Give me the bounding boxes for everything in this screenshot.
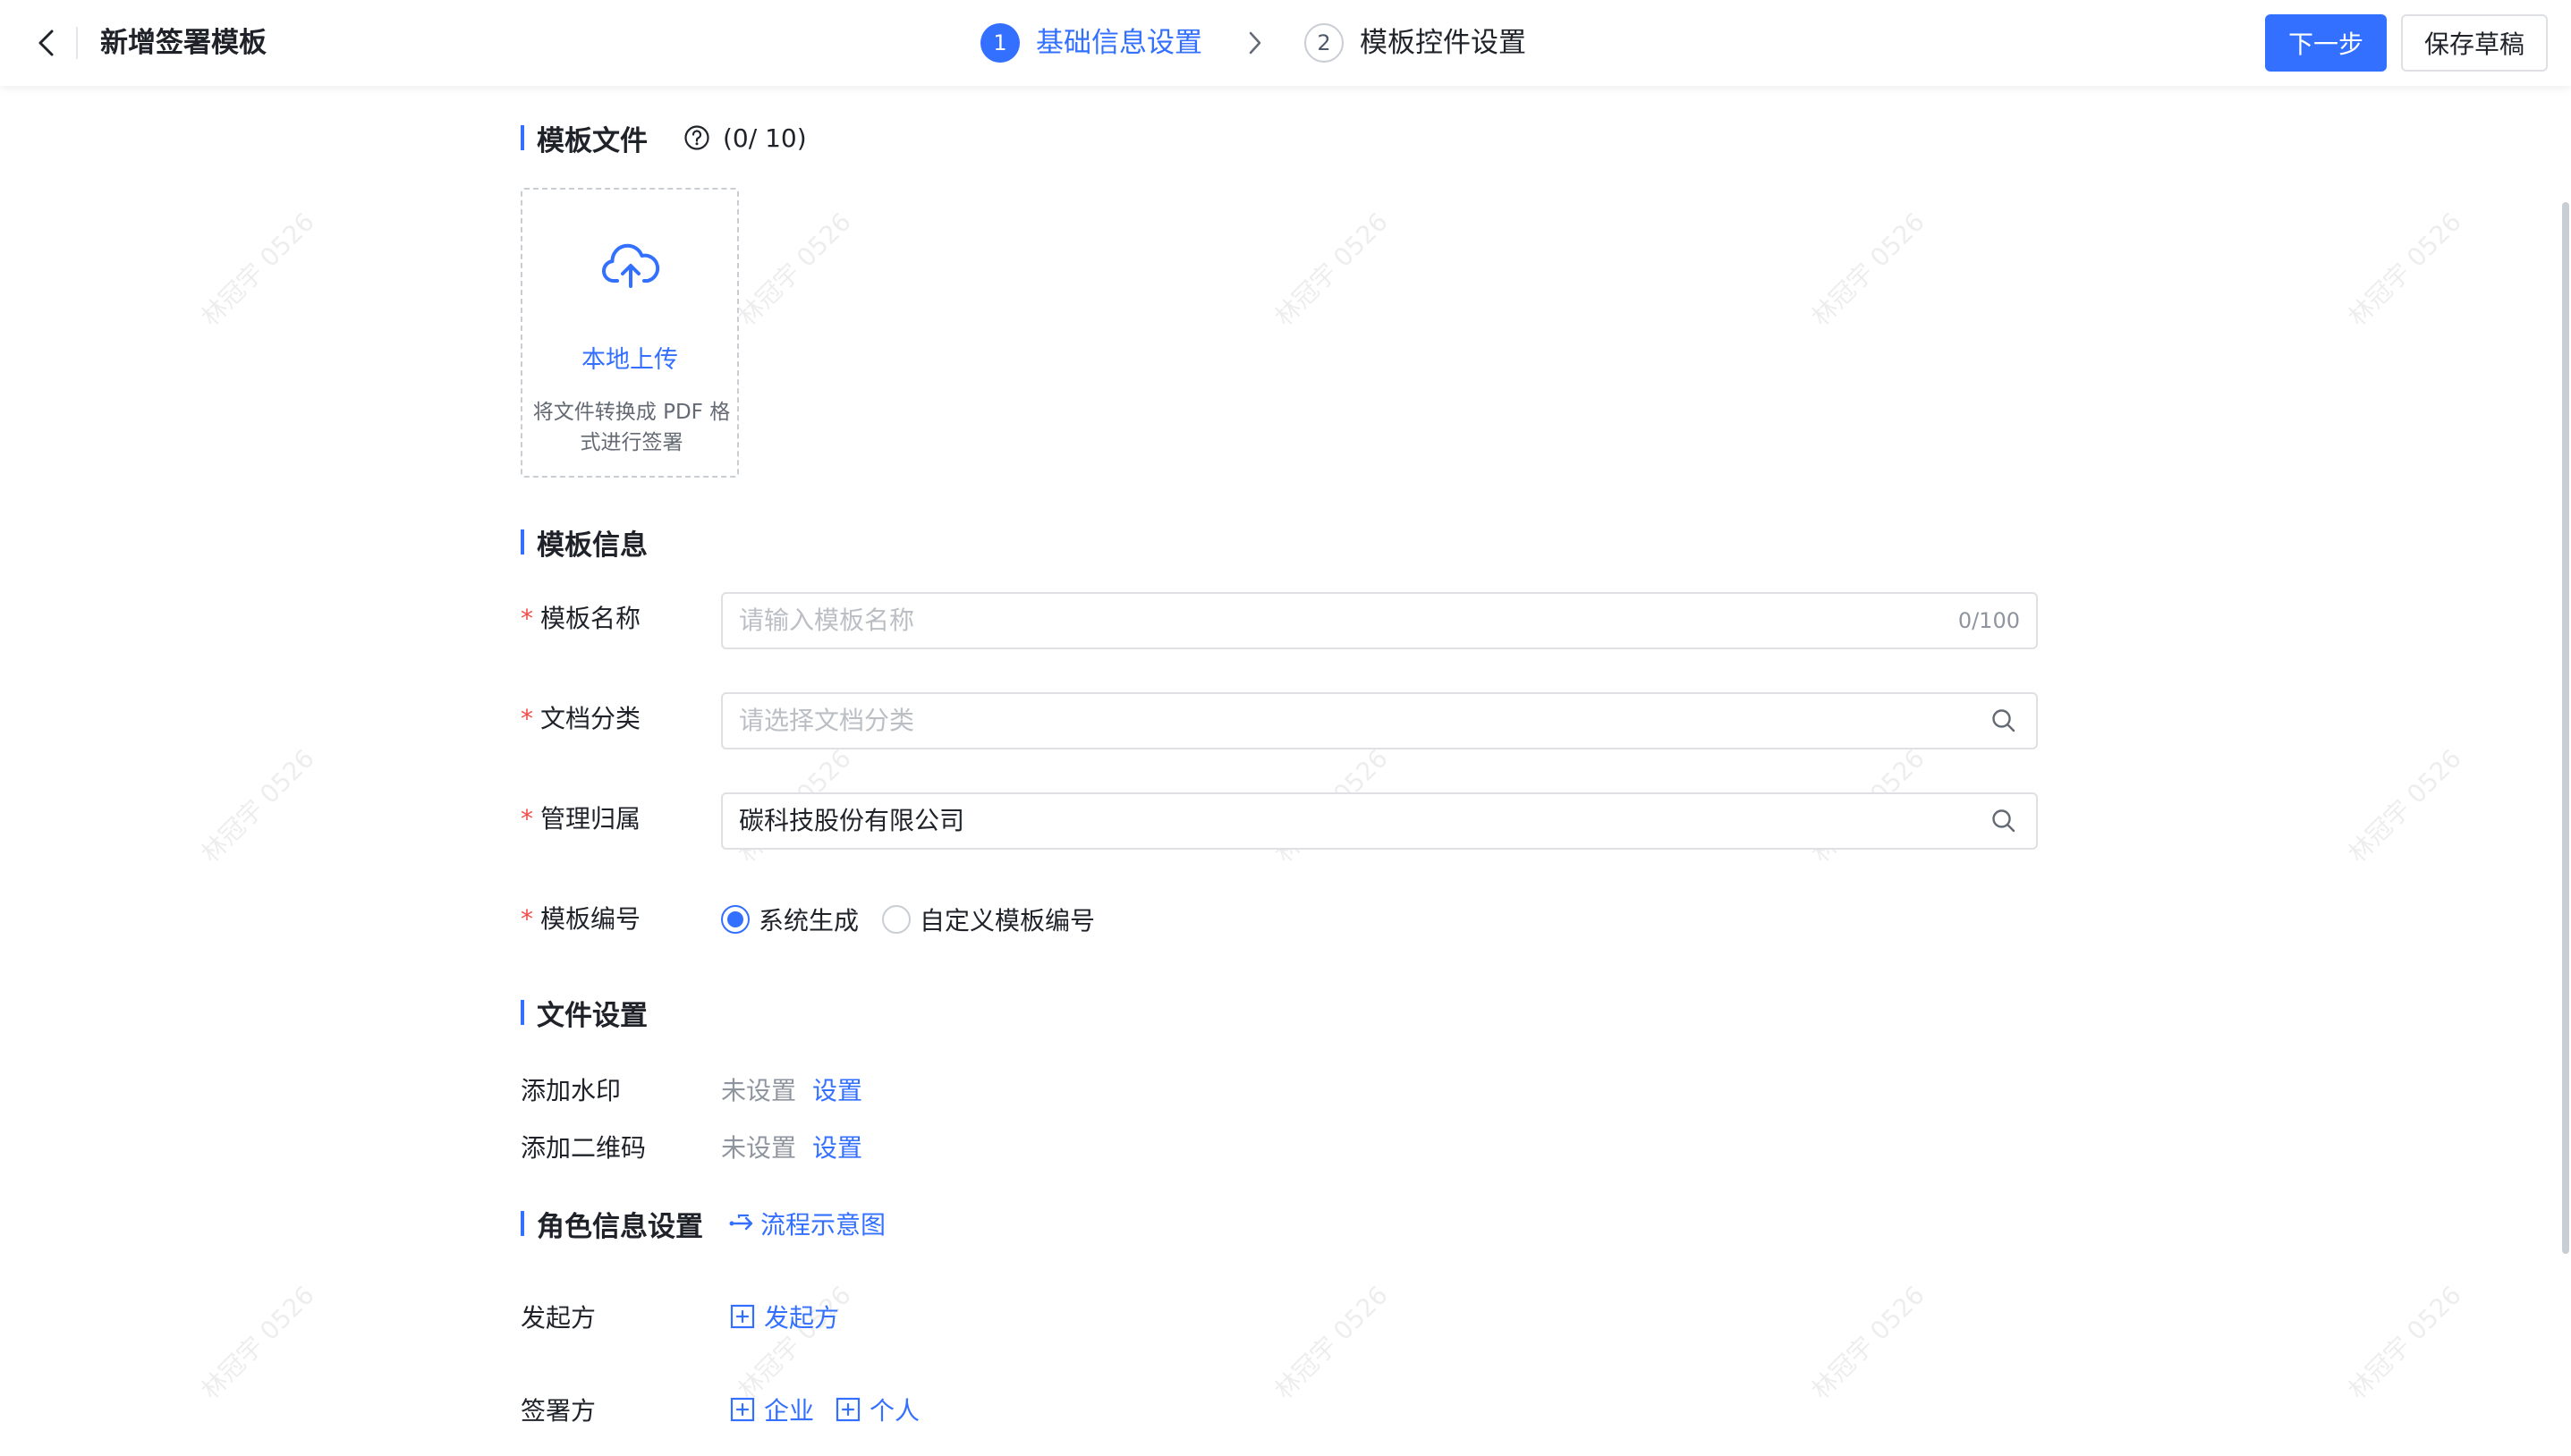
add-label: 企业 xyxy=(764,1396,815,1426)
watermark-setting-row: 添加水印 未设置 设置 xyxy=(521,1071,862,1107)
radio-circle xyxy=(882,905,912,934)
section-accent-bar xyxy=(521,125,524,150)
plus-square-icon xyxy=(836,1397,861,1422)
qrcode-setting-row: 添加二维码 未设置 设置 xyxy=(521,1129,862,1164)
watermark-text: 林冠宇 0526 xyxy=(1269,1280,1394,1405)
watermark-text: 林冠宇 0526 xyxy=(732,1280,857,1405)
radio-system-generated[interactable]: 系统生成 xyxy=(721,902,859,937)
radio-label: 系统生成 xyxy=(759,906,860,935)
watermark-text: 林冠宇 0526 xyxy=(2342,743,2467,868)
step-number-2: 2 xyxy=(1304,23,1344,63)
section-template-file: 模板文件 (0/ 10) xyxy=(521,120,807,157)
template-number-radio-group: 系统生成 自定义模板编号 xyxy=(721,902,1118,937)
add-label: 个人 xyxy=(870,1396,921,1426)
step-template-controls[interactable]: 2 模板控件设置 xyxy=(1304,23,1526,63)
cloud-upload-icon xyxy=(601,243,660,293)
top-header: 新增签署模板 1 基础信息设置 2 模板控件设置 下一步 保存草稿 xyxy=(0,0,2571,86)
label-text: 文档分类 xyxy=(540,704,641,733)
template-name-input[interactable]: 请输入模板名称 0/100 xyxy=(721,592,2038,649)
add-company-signer-button[interactable]: 企业 xyxy=(730,1392,814,1427)
upload-label: 本地上传 xyxy=(581,346,678,374)
setting-status: 未设置 xyxy=(721,1133,797,1163)
scrollbar-thumb[interactable] xyxy=(2562,202,2569,1254)
flow-link-text: 流程示意图 xyxy=(760,1210,887,1240)
radio-circle-checked xyxy=(721,905,750,934)
section-title: 模板文件 xyxy=(537,124,648,157)
step-label-2: 模板控件设置 xyxy=(1360,27,1526,59)
setting-status: 未设置 xyxy=(721,1076,797,1105)
watermark-text: 林冠宇 0526 xyxy=(732,207,857,332)
section-title: 模板信息 xyxy=(537,529,648,562)
plus-square-icon xyxy=(730,1397,755,1422)
role-label: 签署方 xyxy=(521,1396,597,1426)
save-draft-button[interactable]: 保存草稿 xyxy=(2401,14,2548,72)
file-count: (0/ 10) xyxy=(723,123,807,153)
back-button[interactable] xyxy=(27,23,66,63)
setting-label: 添加水印 xyxy=(521,1076,622,1105)
doc-category-label: * 文档分类 xyxy=(521,701,641,737)
next-step-button[interactable]: 下一步 xyxy=(2265,14,2387,72)
template-name-label: * 模板名称 xyxy=(521,601,641,637)
label-text: 模板名称 xyxy=(540,604,641,633)
steps-nav: 1 基础信息设置 2 模板控件设置 xyxy=(980,21,1526,64)
watermark-text: 林冠宇 0526 xyxy=(195,207,320,332)
upload-area[interactable]: 本地上传 将文件转换成 PDF 格式进行签署 xyxy=(521,188,739,478)
set-qrcode-link[interactable]: 设置 xyxy=(812,1129,862,1164)
watermark-text: 林冠宇 0526 xyxy=(195,743,320,868)
radio-label: 自定义模板编号 xyxy=(920,906,1096,935)
section-template-info: 模板信息 xyxy=(521,524,648,562)
step-basic-info[interactable]: 1 基础信息设置 xyxy=(980,23,1202,63)
add-person-signer-button[interactable]: 个人 xyxy=(836,1392,920,1427)
watermark-text: 林冠宇 0526 xyxy=(195,1280,320,1405)
watermark-text: 林冠宇 0526 xyxy=(2342,1280,2467,1405)
section-role-settings: 角色信息设置 流程示意图 xyxy=(521,1206,886,1243)
watermark-text: 林冠宇 0526 xyxy=(1805,207,1930,332)
section-title: 文件设置 xyxy=(537,999,648,1032)
required-mark: * xyxy=(521,804,533,834)
step-number-1: 1 xyxy=(980,23,1020,63)
label-text: 模板编号 xyxy=(540,904,641,934)
watermark-text: 林冠宇 0526 xyxy=(1269,207,1394,332)
label-text: 管理归属 xyxy=(540,804,641,834)
plus-square-icon xyxy=(730,1304,755,1329)
section-file-settings: 文件设置 xyxy=(521,995,648,1032)
section-accent-bar xyxy=(521,529,524,554)
input-placeholder: 请输入模板名称 xyxy=(739,605,915,635)
owner-select[interactable]: 碳科技股份有限公司 xyxy=(721,792,2038,850)
input-placeholder: 请选择文档分类 xyxy=(739,706,915,735)
required-mark: * xyxy=(521,604,533,633)
section-accent-bar xyxy=(521,1000,524,1025)
upload-hint: 将文件转换成 PDF 格式进行签署 xyxy=(532,401,731,454)
step-label-1: 基础信息设置 xyxy=(1036,27,1202,59)
section-accent-bar xyxy=(521,1211,524,1236)
chevron-left-icon xyxy=(38,30,54,56)
set-watermark-link[interactable]: 设置 xyxy=(812,1071,862,1107)
template-number-label: * 模板编号 xyxy=(521,902,641,937)
role-label: 发起方 xyxy=(521,1303,597,1333)
owner-value: 碳科技股份有限公司 xyxy=(739,806,965,835)
watermark-text: 林冠宇 0526 xyxy=(1805,1280,1930,1405)
owner-label: * 管理归属 xyxy=(521,801,641,837)
page-title: 新增签署模板 xyxy=(100,27,267,59)
search-icon xyxy=(1990,807,2018,839)
watermark-text: 林冠宇 0526 xyxy=(2342,207,2467,332)
doc-category-select[interactable]: 请选择文档分类 xyxy=(721,692,2038,749)
signer-row: 签署方 企业 个人 xyxy=(521,1392,941,1427)
required-mark: * xyxy=(521,704,533,733)
section-title: 角色信息设置 xyxy=(537,1210,703,1243)
search-icon xyxy=(1990,707,2018,739)
setting-label: 添加二维码 xyxy=(521,1133,647,1163)
header-divider xyxy=(76,27,78,59)
char-counter: 0/100 xyxy=(1957,608,2020,633)
required-mark: * xyxy=(521,904,533,934)
add-initiator-button[interactable]: 发起方 xyxy=(730,1299,839,1334)
radio-custom-number[interactable]: 自定义模板编号 xyxy=(882,902,1095,937)
initiator-row: 发起方 发起方 xyxy=(521,1299,861,1334)
chevron-right-icon xyxy=(1247,30,1263,55)
question-circle-icon[interactable] xyxy=(683,124,710,151)
flow-diagram-link[interactable]: 流程示意图 xyxy=(728,1206,886,1241)
flow-icon xyxy=(729,1214,753,1231)
add-label: 发起方 xyxy=(764,1303,840,1333)
